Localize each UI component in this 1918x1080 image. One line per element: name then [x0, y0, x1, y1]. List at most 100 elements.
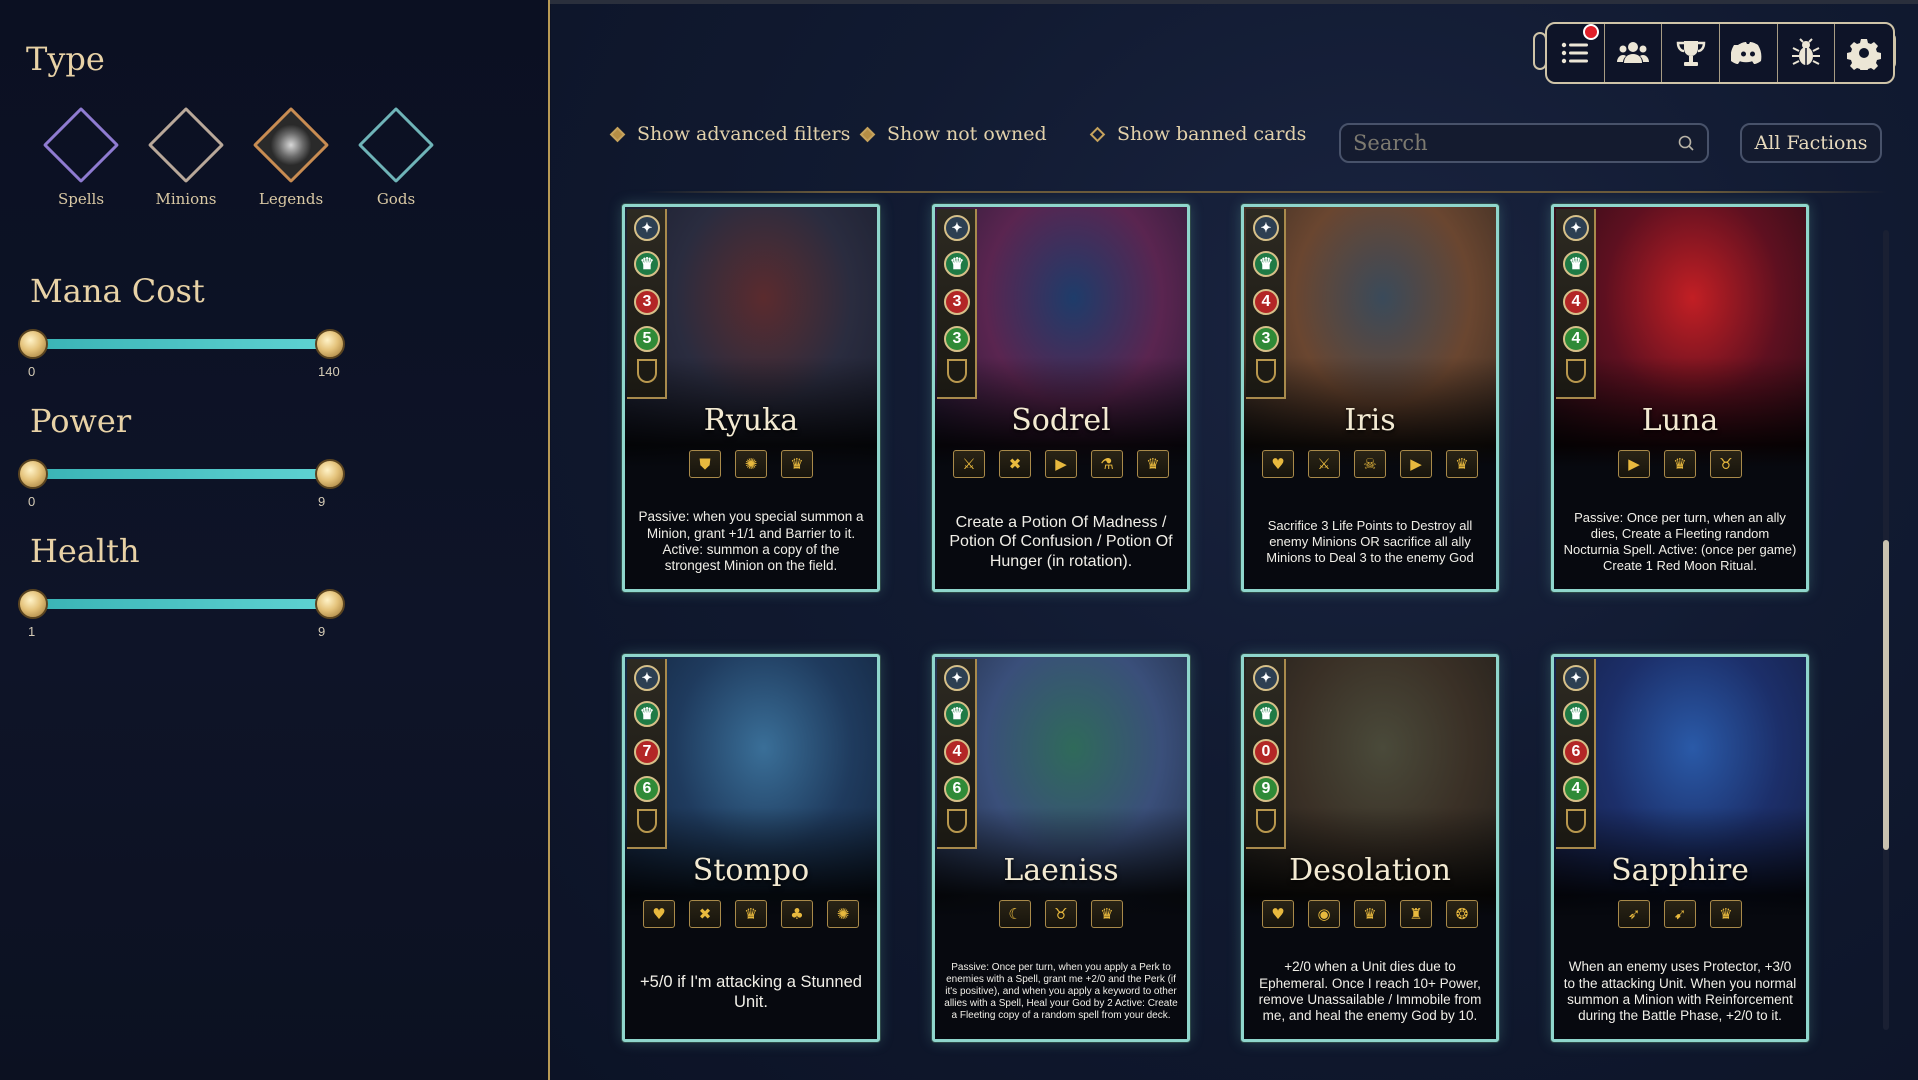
- keyword-icon[interactable]: ♥: [643, 900, 675, 928]
- slider-min-handle[interactable]: [18, 329, 48, 359]
- card-name: Stompo: [692, 853, 810, 888]
- keyword-icon[interactable]: ♥: [1262, 450, 1294, 478]
- keyword-icon[interactable]: ☾: [999, 900, 1031, 928]
- card-ability-text: +5/0 if I'm attacking a Stunned Unit.: [640, 972, 862, 1011]
- card-sapphire[interactable]: ✦ ♛ 6 4 Sapphire ➶ ➹ ♛ When an enemy uses Protec…: [1551, 654, 1809, 1042]
- keyword-icon[interactable]: ♥: [1262, 900, 1294, 928]
- slider-min-value: 1: [28, 624, 36, 639]
- filter-divider: [645, 191, 1887, 193]
- rarity-icon: ♛: [944, 701, 970, 727]
- keyword-icon[interactable]: ♛: [1137, 450, 1169, 478]
- keyword-icon[interactable]: ❂: [1446, 900, 1478, 928]
- faction-icon: ✦: [1253, 215, 1279, 241]
- keyword-icon[interactable]: ♉: [1710, 450, 1742, 478]
- keyword-row: ☾ ♉ ♛: [935, 900, 1187, 928]
- keyword-icon[interactable]: ✺: [827, 900, 859, 928]
- keyword-icon[interactable]: ♜: [1400, 900, 1432, 928]
- keyword-icon[interactable]: ♛: [1664, 450, 1696, 478]
- crest-icon: [947, 359, 967, 383]
- search-icon[interactable]: [1677, 134, 1695, 152]
- keyword-icon[interactable]: ✖: [999, 450, 1031, 478]
- card-desolation[interactable]: ✦ ♛ 0 9 Desolation ♥ ◉ ♛ ♜ ❂ +2/0 when a Unit dies…: [1241, 654, 1499, 1042]
- show-banned-toggle[interactable]: Show banned cards: [1089, 123, 1306, 145]
- card-stompo[interactable]: ✦ ♛ 7 6 Stompo ♥ ✖ ♛ ♣ ✺ +5/0 if I'm attacking a S…: [622, 654, 880, 1042]
- trophy-button[interactable]: [1662, 24, 1721, 82]
- checkbox-diamond-icon: [859, 126, 876, 142]
- trophy-icon: [1676, 41, 1705, 66]
- slider-max-handle[interactable]: [315, 329, 345, 359]
- keyword-icon[interactable]: ⚗: [1091, 450, 1123, 478]
- keyword-row: ⚔ ✖ ▶ ⚗ ♛: [935, 450, 1187, 478]
- card-ability-text: Create a Potion Of Madness / Potion Of C…: [949, 513, 1173, 570]
- faction-selected-value: All Factions: [1754, 132, 1868, 154]
- health-gem: 3: [1253, 326, 1279, 352]
- rarity-icon: ♛: [1563, 251, 1589, 277]
- advanced-filters-toggle[interactable]: Show advanced filters: [609, 123, 850, 145]
- show-not-owned-toggle[interactable]: Show not owned: [859, 123, 1047, 145]
- card-iris[interactable]: ✦ ♛ 4 3 Iris ♥ ⚔ ☠ ▶ ♛ Sacrifice 3 Life Points to …: [1241, 204, 1499, 592]
- keyword-icon[interactable]: ♛: [735, 900, 767, 928]
- checkbox-diamond-icon: [1089, 126, 1106, 142]
- card-ryuka[interactable]: ✦ ♛ 3 5 Ryuka ⛊ ✺ ♛ Passive: when you special su…: [622, 204, 880, 592]
- power-gem: 4: [1563, 289, 1589, 315]
- slider-max-handle[interactable]: [315, 459, 345, 489]
- menu-button[interactable]: [1547, 24, 1605, 82]
- keyword-icon[interactable]: ◉: [1308, 900, 1340, 928]
- search-input[interactable]: [1353, 131, 1677, 155]
- card-stat-column: ✦ ♛ 4 6: [937, 659, 977, 849]
- settings-button[interactable]: [1835, 24, 1893, 82]
- keyword-icon[interactable]: ▶: [1045, 450, 1077, 478]
- keyword-icon[interactable]: ✺: [735, 450, 767, 478]
- card-stat-column: ✦ ♛ 6 4: [1556, 659, 1596, 849]
- search-box[interactable]: [1339, 123, 1709, 163]
- slider-min-handle[interactable]: [18, 459, 48, 489]
- card-laeniss[interactable]: ✦ ♛ 4 6 Laeniss ☾ ♉ ♛ Passive: Once per turn, wh…: [932, 654, 1190, 1042]
- rarity-icon: ♛: [1253, 251, 1279, 277]
- type-filter-gods[interactable]: Gods: [351, 106, 441, 208]
- checkbox-diamond-icon: [609, 126, 626, 142]
- keyword-icon[interactable]: ➹: [1664, 900, 1696, 928]
- keyword-icon[interactable]: ➶: [1618, 900, 1650, 928]
- keyword-icon[interactable]: ▶: [1618, 450, 1650, 478]
- slider-min-handle[interactable]: [18, 589, 48, 619]
- discord-button[interactable]: [1720, 24, 1778, 82]
- keyword-icon[interactable]: ☠: [1354, 450, 1386, 478]
- keyword-icon[interactable]: ♣: [781, 900, 813, 928]
- keyword-icon[interactable]: ⚔: [1308, 450, 1340, 478]
- keyword-icon[interactable]: ♛: [1446, 450, 1478, 478]
- type-filter-legends[interactable]: Legends: [246, 106, 336, 208]
- keyword-icon[interactable]: ♛: [1710, 900, 1742, 928]
- faction-dropdown[interactable]: All Factions: [1740, 123, 1882, 163]
- keyword-icon[interactable]: ▶: [1400, 450, 1432, 478]
- keyword-icon[interactable]: ♛: [1354, 900, 1386, 928]
- crest-icon: [1566, 809, 1586, 833]
- rarity-icon: ♛: [1563, 701, 1589, 727]
- slider-max-handle[interactable]: [315, 589, 345, 619]
- card-ability-text: Passive: when you special summon a Minio…: [638, 509, 864, 574]
- keyword-icon[interactable]: ♛: [781, 450, 813, 478]
- friends-button[interactable]: [1605, 24, 1663, 82]
- power-slider[interactable]: 0 9: [18, 456, 350, 509]
- keyword-icon[interactable]: ⛊: [689, 450, 721, 478]
- card-sodrel[interactable]: ✦ ♛ 3 3 Sodrel ⚔ ✖ ▶ ⚗ ♛ Create a Potion Of Madnes…: [932, 204, 1190, 592]
- keyword-icon[interactable]: ✖: [689, 900, 721, 928]
- faction-icon: ✦: [1253, 665, 1279, 691]
- mana-cost-slider[interactable]: 0 140: [18, 326, 350, 379]
- health-gem: 6: [944, 776, 970, 802]
- bug-report-button[interactable]: [1778, 24, 1836, 82]
- health-gem: 4: [1563, 776, 1589, 802]
- power-gem: 0: [1253, 739, 1279, 765]
- health-slider[interactable]: 1 9: [18, 586, 350, 639]
- gods-diamond-icon: [357, 106, 435, 184]
- scrollbar-thumb[interactable]: [1883, 540, 1889, 850]
- card-luna[interactable]: ✦ ♛ 4 4 Luna ▶ ♛ ♉ Passive: Once per turn, when …: [1551, 204, 1809, 592]
- crest-icon: [637, 809, 657, 833]
- type-filter-spells[interactable]: Spells: [36, 106, 126, 208]
- type-filter-minions[interactable]: Minions: [141, 106, 231, 208]
- keyword-icon[interactable]: ♛: [1091, 900, 1123, 928]
- keyword-icon[interactable]: ⚔: [953, 450, 985, 478]
- card-name: Sapphire: [1611, 853, 1749, 888]
- mana-cost-title: Mana Cost: [30, 272, 205, 310]
- keyword-icon[interactable]: ♉: [1045, 900, 1077, 928]
- rarity-icon: ♛: [634, 251, 660, 277]
